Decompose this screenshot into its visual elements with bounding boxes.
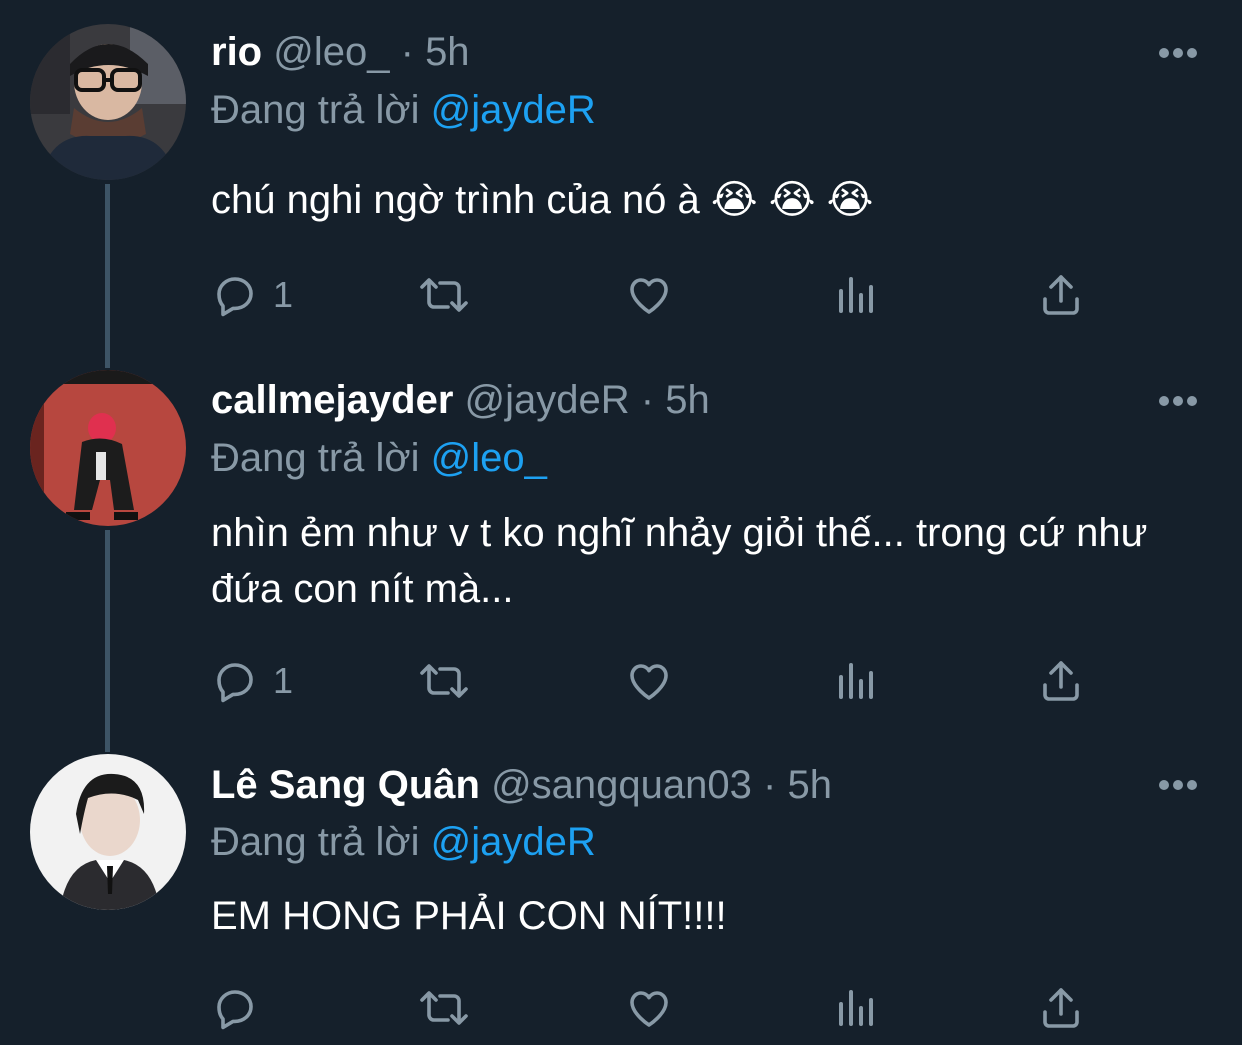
handle[interactable]: @sangquan03 [491, 763, 752, 807]
retweet-button[interactable] [416, 983, 472, 1033]
share-icon [1043, 988, 1079, 1028]
like-button[interactable] [625, 983, 673, 1033]
more-options-icon[interactable] [1158, 778, 1198, 790]
reply-icon [217, 990, 253, 1030]
avatar[interactable] [30, 754, 186, 910]
timestamp[interactable]: 5h [787, 763, 832, 807]
analytics-icon [839, 990, 873, 1026]
replying-label: Đang trả lời [211, 820, 420, 864]
analytics-button[interactable] [833, 983, 881, 1033]
share-button[interactable] [1037, 983, 1085, 1033]
mention-link[interactable]: @jaydeR [431, 820, 596, 864]
tweet-header: Lê Sang Quân @sangquan03 · 5h [211, 761, 832, 809]
tweet[interactable]: Lê Sang Quân @sangquan03 · 5h Đang trả l… [0, 0, 1242, 1045]
reply-button[interactable] [211, 983, 273, 1033]
display-name[interactable]: Lê Sang Quân [211, 763, 480, 807]
like-icon [630, 991, 668, 1027]
tweet-text: EM HONG PHẢI CON NÍT!!!! [211, 894, 727, 938]
retweet-icon [420, 991, 468, 1025]
tweet-actions [211, 983, 1111, 1033]
separator: · [763, 763, 777, 807]
replying-to: Đang trả lời @jaydeR [211, 818, 596, 866]
